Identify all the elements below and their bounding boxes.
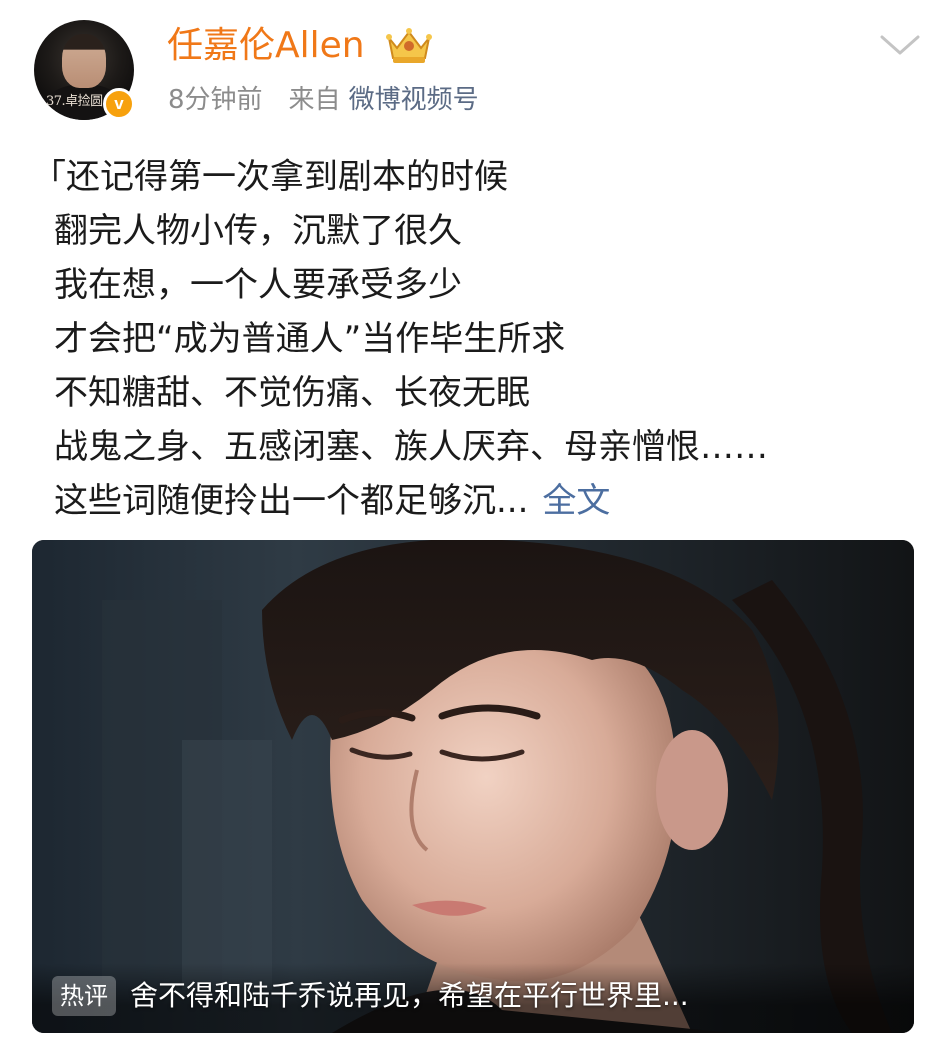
avatar-face	[62, 34, 106, 88]
post-line: 「还记得第一次拿到剧本的时候	[32, 157, 508, 197]
from-label: 来自	[288, 85, 341, 115]
post-line: 不知糖甜、不觉伤痛、长夜无眠	[54, 373, 530, 413]
full-text-link[interactable]: 全文	[542, 481, 610, 521]
user-name[interactable]: 任嘉伦Allen	[167, 24, 365, 68]
crown-icon[interactable]	[383, 24, 435, 66]
post-text: 「还记得第一次拿到剧本的时候 翻完人物小传，沉默了很久 我在想，一个人要承受多少…	[32, 150, 912, 528]
chevron-down-icon[interactable]	[878, 30, 922, 60]
post-line: 翻完人物小传，沉默了很久	[54, 211, 462, 251]
hot-comment-badge: 热评	[52, 976, 116, 1016]
post-line-last: 这些词随便拎出一个都足够沉... 全文	[32, 474, 912, 528]
post-line: 我在想，一个人要承受多少	[54, 265, 462, 305]
post-line: 才会把“成为普通人”当作毕生所求	[54, 319, 566, 359]
post-line: 战鬼之身、五感闭塞、族人厌弃、母亲憎恨……	[54, 427, 768, 467]
post-time: 8分钟前	[168, 85, 263, 115]
post-line-text: 这些词随便拎出一个都足够沉...	[54, 481, 529, 521]
video-thumbnail	[32, 540, 914, 1033]
verified-badge-icon: v	[103, 88, 135, 120]
post-meta: 8分钟前 来自 微博视频号	[168, 82, 479, 118]
source-link[interactable]: 微博视频号	[349, 85, 479, 115]
video-player[interactable]: 热评 舍不得和陆千乔说再见，希望在平行世界里...	[32, 540, 914, 1033]
weibo-post: 37.卓捡圆 v 任嘉伦Allen 8分钟前 来自 微博视频号 「还记得第一次拿到剧…	[0, 0, 946, 1043]
avatar-text: 37.卓捡圆	[46, 94, 103, 109]
hot-comment-text[interactable]: 舍不得和陆千乔说再见，希望在平行世界里...	[130, 976, 689, 1016]
